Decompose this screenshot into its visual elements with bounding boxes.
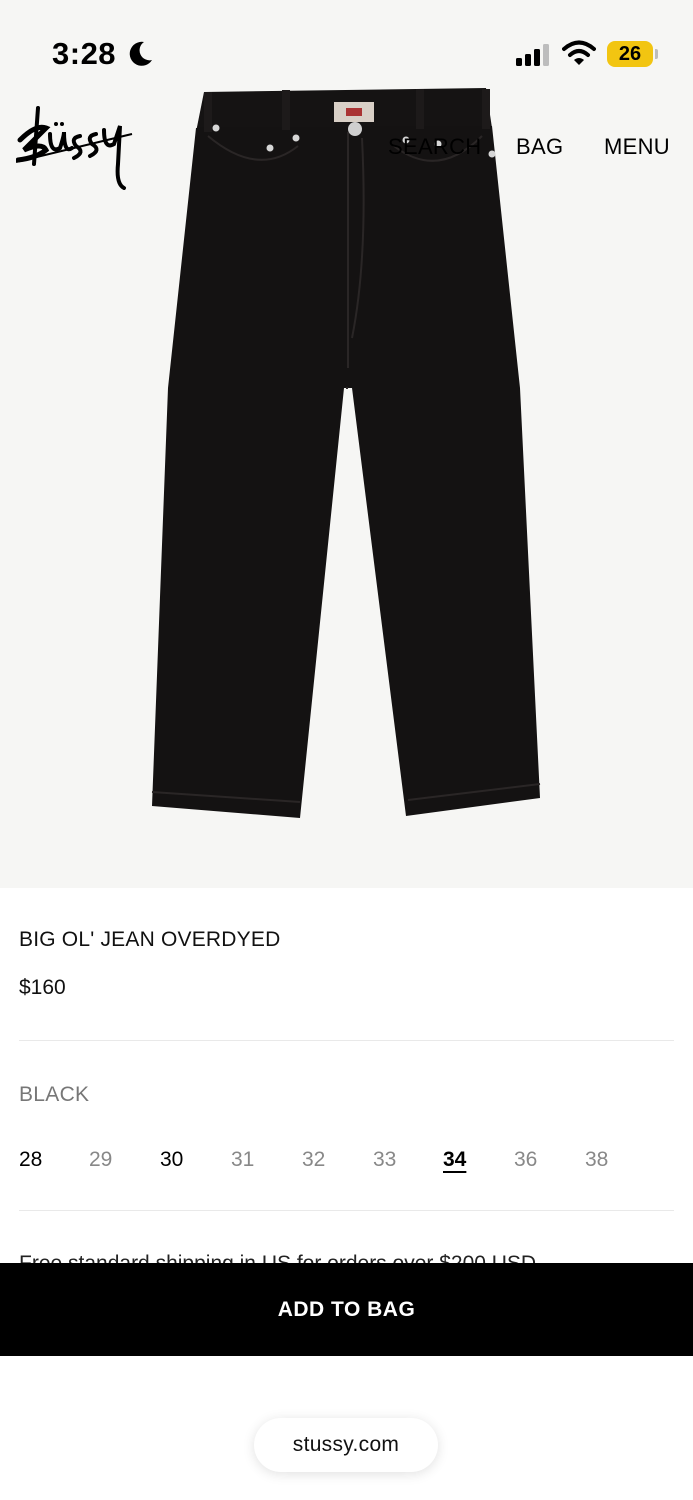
nav-menu-link[interactable]: MENU (604, 134, 670, 160)
wifi-icon (562, 40, 596, 65)
battery-icon: 26 (607, 41, 653, 67)
size-option-29[interactable]: 29 (89, 1148, 112, 1172)
product-price: $160 (19, 976, 66, 999)
cellular-signal-icon (516, 44, 549, 66)
size-option-34-selected[interactable]: 34 (443, 1148, 466, 1172)
jeans-product-image (151, 88, 541, 818)
product-title: BIG OL' JEAN OVERDYED (19, 928, 281, 951)
divider (19, 1040, 674, 1041)
nav-bag-link[interactable]: BAG (516, 134, 563, 160)
stussy-logo[interactable] (16, 104, 136, 190)
moon-icon (129, 41, 152, 66)
battery-tip (655, 49, 658, 59)
size-option-33[interactable]: 33 (373, 1148, 396, 1172)
nav-search-link[interactable]: SEARCH (388, 134, 482, 160)
size-option-36[interactable]: 36 (514, 1148, 537, 1172)
size-option-28[interactable]: 28 (19, 1148, 42, 1172)
size-option-30[interactable]: 30 (160, 1148, 183, 1172)
status-time: 3:28 (52, 36, 117, 71)
color-name: BLACK (19, 1083, 90, 1106)
size-option-31[interactable]: 31 (231, 1148, 254, 1172)
divider (19, 1210, 674, 1211)
size-option-38[interactable]: 38 (585, 1148, 608, 1172)
add-to-bag-button[interactable]: ADD TO BAG (0, 1263, 693, 1356)
browser-url-pill[interactable]: stussy.com (254, 1418, 438, 1472)
size-option-32[interactable]: 32 (302, 1148, 325, 1172)
